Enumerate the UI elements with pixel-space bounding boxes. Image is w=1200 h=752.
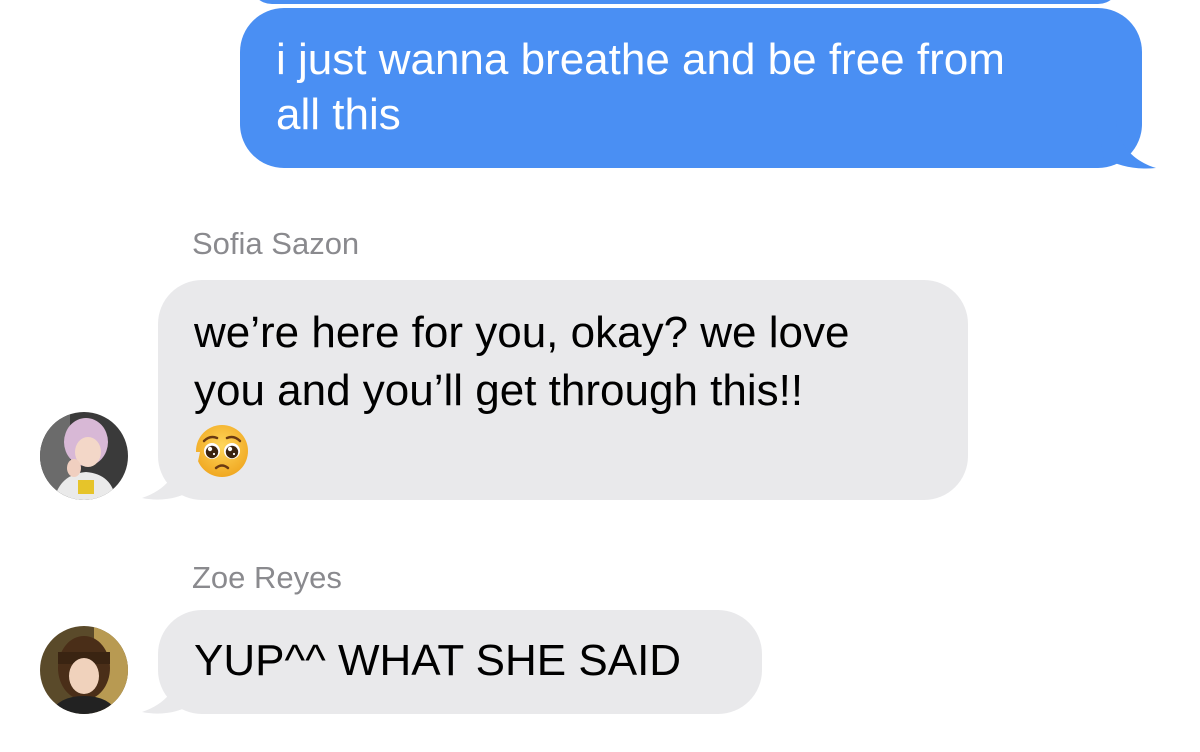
sender-name-zoe: Zoe Reyes bbox=[192, 560, 342, 595]
avatar-sofia[interactable] bbox=[40, 412, 128, 500]
message-line-2: you and you’ll get through this!! bbox=[194, 366, 804, 415]
message-line-1: YUP^^ WHAT SHE SAID bbox=[194, 636, 682, 685]
outgoing-message-line-1: i just wanna breathe and be free from bbox=[276, 35, 1005, 84]
message-line-3 bbox=[194, 420, 938, 478]
pleading-face-emoji-icon bbox=[196, 425, 248, 478]
avatar-zoe[interactable] bbox=[40, 626, 128, 714]
avatar-sofia-image bbox=[40, 412, 128, 500]
incoming-bubble-tail-sofia bbox=[142, 452, 200, 500]
previous-message-bubble[interactable] bbox=[250, 0, 1120, 4]
message-line-1: we’re here for you, okay? we love bbox=[194, 308, 850, 357]
sender-name-sofia: Sofia Sazon bbox=[192, 226, 360, 261]
outgoing-message-line-2: all this bbox=[276, 90, 401, 139]
avatar-zoe-image bbox=[40, 626, 128, 714]
incoming-bubble-tail-zoe bbox=[142, 666, 200, 714]
outgoing-bubble-tail bbox=[1096, 120, 1156, 169]
outgoing-message-bubble[interactable]: i just wanna breathe and be free from al… bbox=[240, 8, 1142, 168]
incoming-message-bubble-sofia[interactable]: we’re here for you, okay? we love you an… bbox=[158, 280, 968, 500]
incoming-message-bubble-zoe[interactable]: YUP^^ WHAT SHE SAID bbox=[158, 610, 762, 714]
